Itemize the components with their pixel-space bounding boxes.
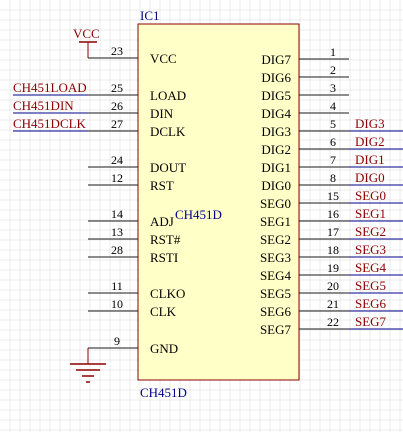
- pin-number: 4: [330, 99, 336, 113]
- pin-name: DIG2: [261, 142, 291, 157]
- ic-comment-center: CH451D: [175, 207, 222, 222]
- pin-number: 24: [111, 153, 123, 167]
- pin-number: 7: [330, 153, 336, 167]
- pin-number: 19: [327, 261, 339, 275]
- pin-name: DIG6: [261, 70, 291, 85]
- net-label[interactable]: CH451DIN: [13, 98, 74, 113]
- pin-number: 16: [327, 207, 339, 221]
- pin-number: 22: [327, 315, 339, 329]
- ic-designator[interactable]: IC1: [140, 8, 160, 23]
- pin-number: 5: [330, 117, 336, 131]
- pin-name: SEG5: [260, 286, 291, 301]
- pin-name: SEG3: [260, 250, 291, 265]
- net-label[interactable]: SEG2: [355, 224, 386, 239]
- net-label[interactable]: DIG0: [355, 170, 385, 185]
- pin-name: RSTI: [150, 250, 178, 265]
- ic-comment-bottom: CH451D: [140, 385, 187, 400]
- pin-name: DIG4: [261, 106, 291, 121]
- pin-name: GND: [150, 341, 178, 356]
- pin-name: SEG6: [260, 304, 292, 319]
- pin-number: 9: [114, 334, 120, 348]
- net-label[interactable]: CH451DCLK: [13, 116, 87, 131]
- pin-number: 14: [111, 207, 123, 221]
- pin-name: DOUT: [150, 160, 186, 175]
- pin-name: CLKO: [150, 286, 185, 301]
- pin-number: 17: [327, 225, 339, 239]
- pin-name: RST#: [150, 232, 181, 247]
- pin-number: 28: [111, 243, 123, 257]
- pin-name: SEG1: [260, 214, 291, 229]
- pin-number: 27: [111, 117, 123, 131]
- net-label[interactable]: SEG0: [355, 188, 386, 203]
- net-label[interactable]: DIG2: [355, 134, 385, 149]
- net-label[interactable]: SEG4: [355, 260, 387, 275]
- pin-number: 13: [111, 225, 123, 239]
- pin-name: DIG0: [261, 178, 291, 193]
- pin-number: 23: [111, 44, 123, 58]
- net-label[interactable]: SEG5: [355, 278, 386, 293]
- pin-number: 3: [330, 81, 336, 95]
- pin-number: 2: [330, 63, 336, 77]
- net-label[interactable]: SEG6: [355, 296, 387, 311]
- pin-name: DIG5: [261, 88, 291, 103]
- net-label[interactable]: DIG1: [355, 152, 385, 167]
- pin-name: SEG2: [260, 232, 291, 247]
- pin-name: DCLK: [150, 124, 186, 139]
- net-label[interactable]: SEG1: [355, 206, 386, 221]
- pin-number: 10: [111, 297, 123, 311]
- pin-name: DIN: [150, 106, 174, 121]
- net-label[interactable]: SEG7: [355, 314, 387, 329]
- pin-number: 1: [330, 45, 336, 59]
- pin-number: 18: [327, 243, 339, 257]
- pin-name: LOAD: [150, 88, 186, 103]
- net-label[interactable]: CH451LOAD: [13, 80, 87, 95]
- pin-name: SEG0: [260, 196, 291, 211]
- pin-name: RST: [150, 178, 174, 193]
- pin-number: 26: [111, 99, 123, 113]
- pin-name: CLK: [150, 304, 177, 319]
- pin-number: 12: [111, 171, 123, 185]
- pin-name: DIG3: [261, 124, 291, 139]
- pin-number: 8: [330, 171, 336, 185]
- net-label[interactable]: SEG3: [355, 242, 386, 257]
- pin-number: 15: [327, 189, 339, 203]
- pin-name: DIG1: [261, 160, 291, 175]
- pin-number: 11: [111, 279, 123, 293]
- pin-name: VCC: [150, 51, 177, 66]
- pin-name: SEG7: [260, 322, 292, 337]
- pin-number: 20: [327, 279, 339, 293]
- net-label[interactable]: DIG3: [355, 116, 385, 131]
- schematic-canvas: IC1 CH451D CH451D 23 VCC25 LOADCH451LOAD26…: [0, 0, 403, 432]
- pin-number: 21: [327, 297, 339, 311]
- pin-number: 6: [330, 135, 336, 149]
- pin-name: ADJ: [150, 214, 174, 229]
- pin-number: 25: [111, 81, 123, 95]
- pin-name: SEG4: [260, 268, 292, 283]
- pin-name: DIG7: [261, 52, 291, 67]
- power-net-label: VCC: [73, 26, 100, 41]
